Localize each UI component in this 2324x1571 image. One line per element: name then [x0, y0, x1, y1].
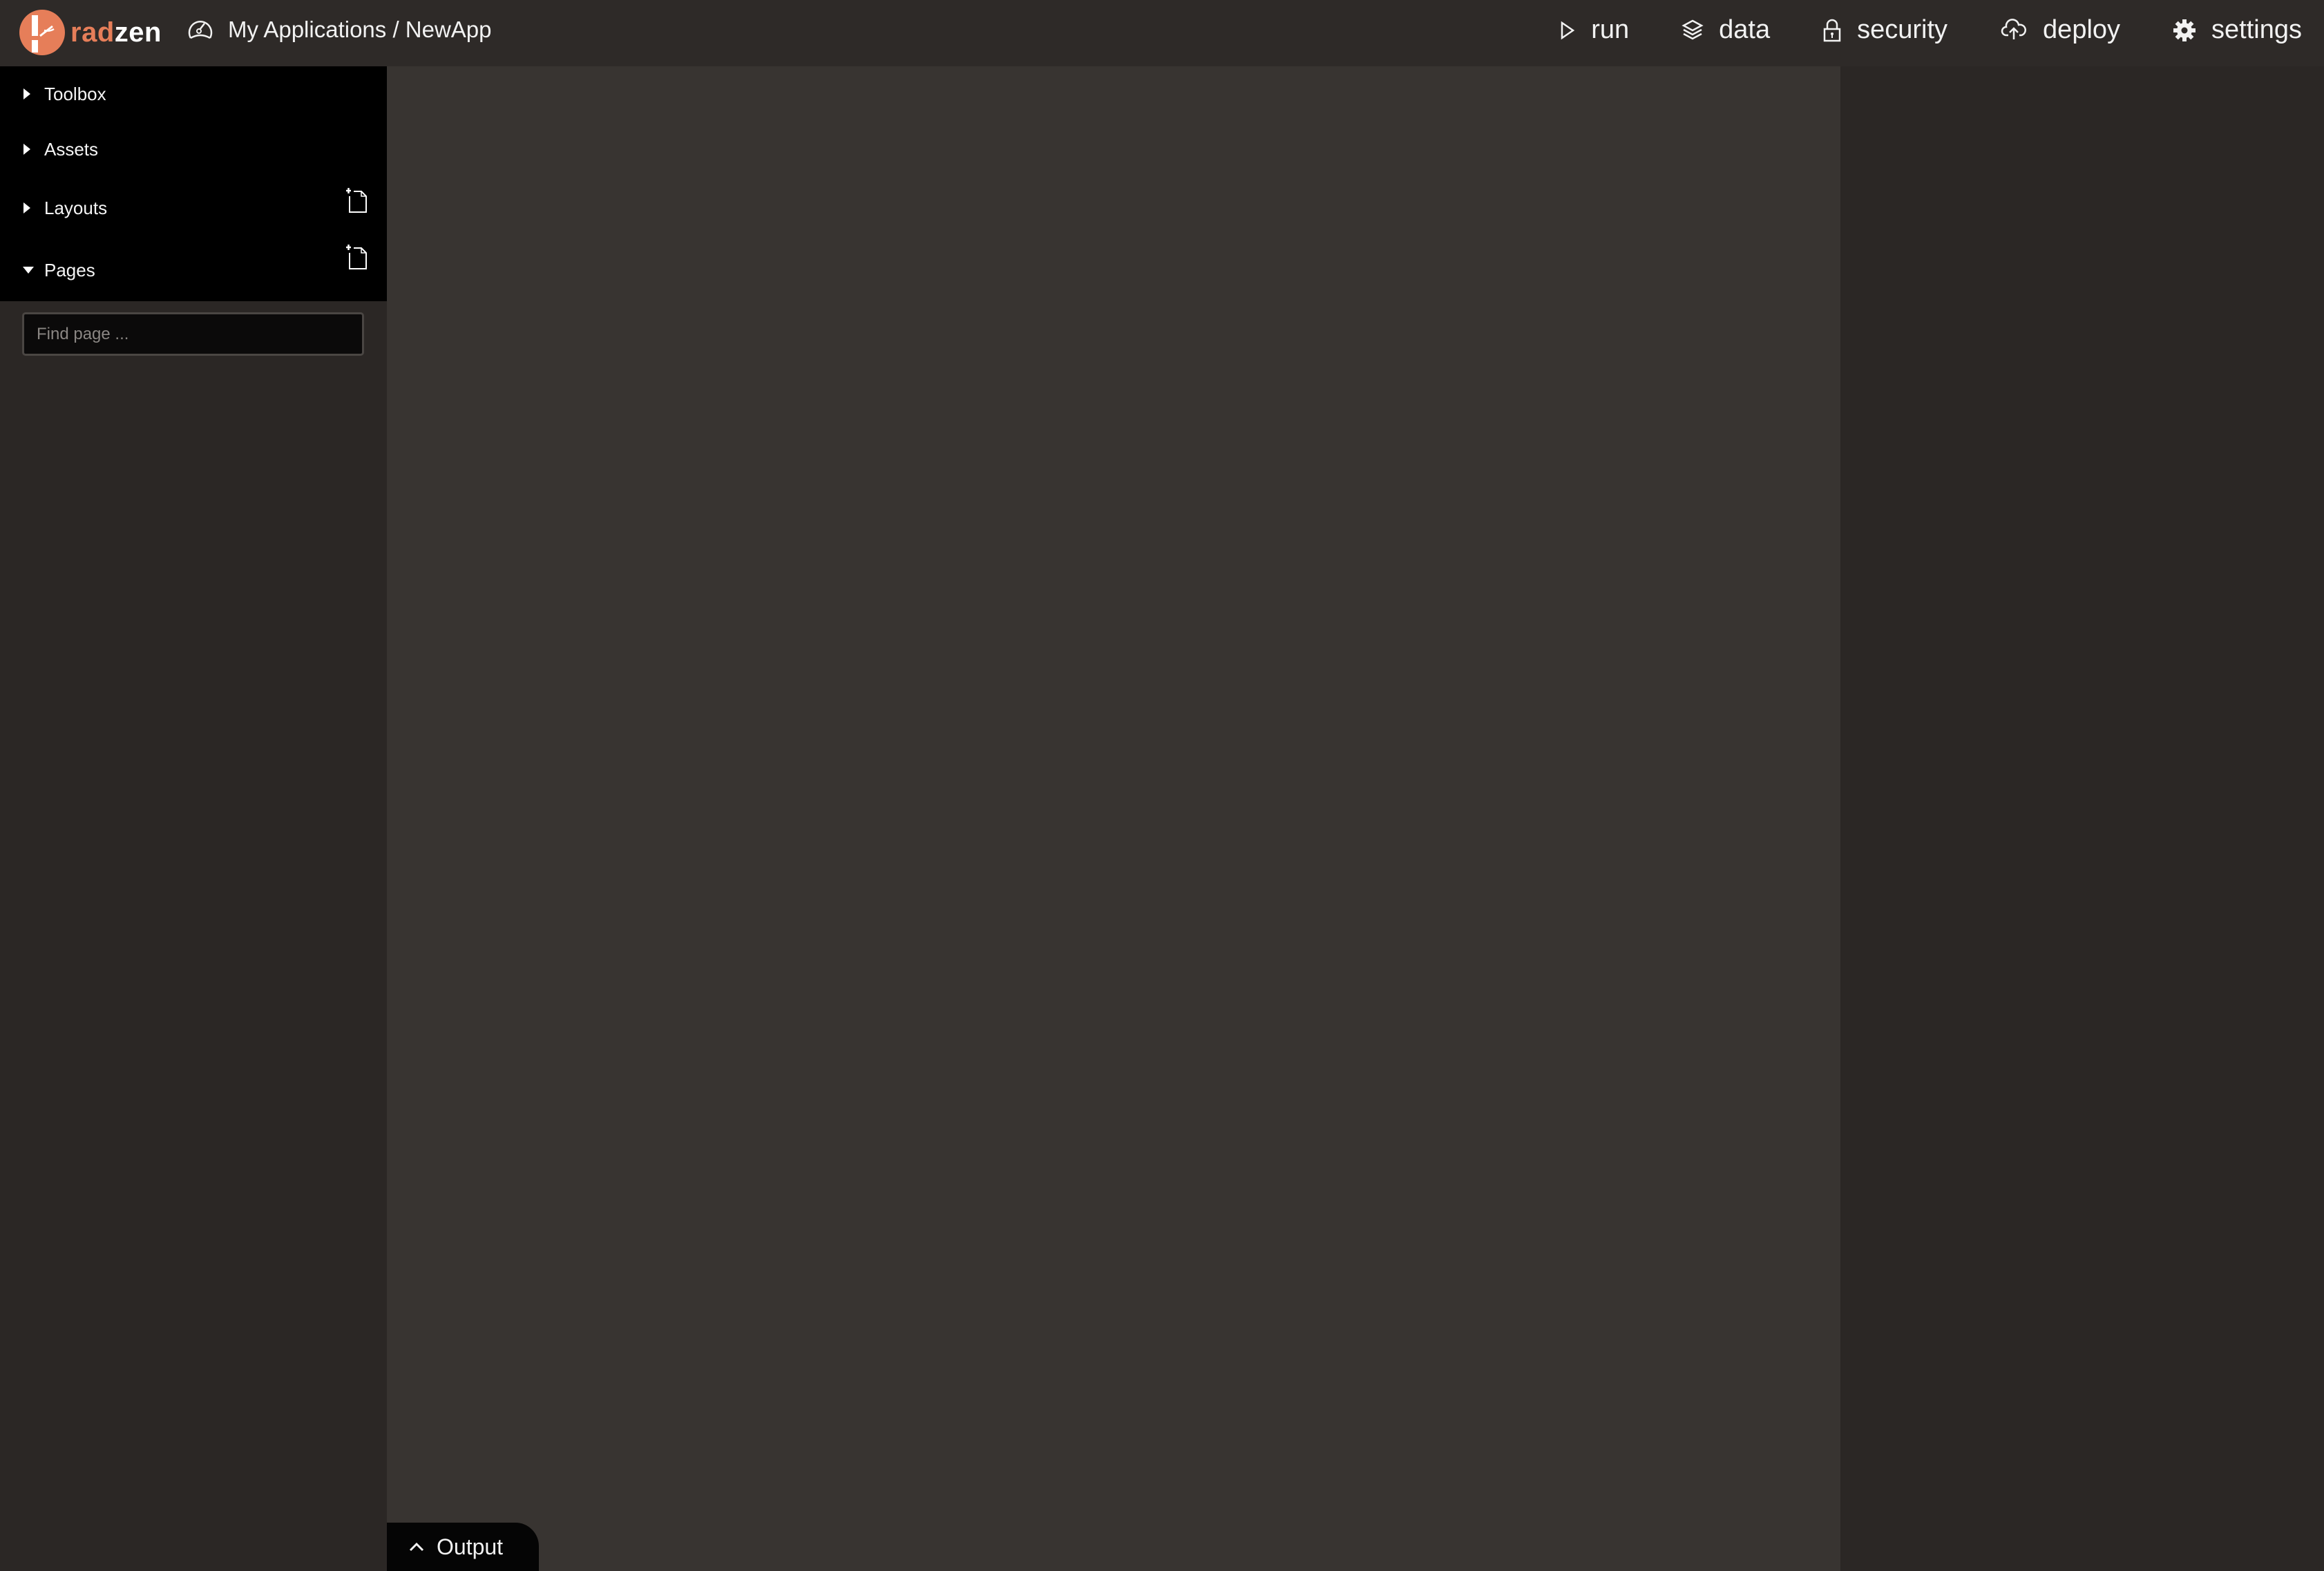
nav-data-label: data [1719, 15, 1771, 44]
add-layout-icon[interactable] [345, 187, 369, 214]
cloud-upload-icon [2001, 18, 2027, 39]
sidebar: Toolbox Assets Layouts Pages [0, 66, 387, 1571]
nav-run-label: run [1591, 15, 1630, 44]
find-page-input[interactable] [22, 312, 364, 356]
properties-panel [1840, 66, 2324, 1571]
find-page-field [22, 312, 364, 356]
panel-assets[interactable]: Assets [0, 122, 387, 177]
logo-mark-icon [19, 10, 65, 55]
brand-prefix: rad [70, 17, 115, 48]
panel-pages[interactable]: Pages [0, 239, 387, 301]
panel-toolbox-label: Toolbox [44, 83, 106, 104]
nav-run[interactable]: run [1559, 15, 1629, 45]
caret-right-icon [23, 202, 30, 213]
breadcrumb-text[interactable]: My Applications / NewApp [228, 17, 492, 43]
brand-suffix: zen [114, 17, 162, 48]
nav-settings-label: settings [2211, 15, 2302, 44]
panel-pages-label: Pages [44, 259, 95, 280]
radzen-logo[interactable]: radzen [19, 10, 162, 55]
main-nav: run data security deploy settings [1507, 15, 2302, 45]
top-bar: radzen My Applications / NewApp run data [0, 0, 2324, 66]
nav-data[interactable]: data [1682, 15, 1770, 45]
nav-security-label: security [1857, 15, 1948, 44]
breadcrumb[interactable]: My Applications / NewApp [187, 17, 492, 43]
nav-deploy[interactable]: deploy [2000, 15, 2120, 45]
play-icon [1561, 21, 1575, 39]
caret-down-icon [23, 267, 34, 274]
logo-wordmark: radzen [70, 17, 162, 48]
add-page-icon[interactable] [345, 243, 369, 271]
layers-icon [1682, 19, 1704, 39]
nav-security[interactable]: security [1822, 15, 1947, 45]
panel-layouts[interactable]: Layouts [0, 177, 387, 239]
panel-assets-label: Assets [44, 138, 99, 160]
panel-list: Toolbox Assets Layouts Pages [0, 66, 387, 301]
design-canvas[interactable] [387, 66, 1840, 1571]
lock-icon [1823, 19, 1841, 41]
nav-settings[interactable]: settings [2173, 15, 2302, 45]
output-label: Output [437, 1534, 504, 1559]
output-toggle-button[interactable]: Output [387, 1523, 539, 1571]
dashboard-gauge-icon [188, 21, 213, 39]
gear-icon [2173, 19, 2196, 41]
chevron-up-icon [409, 1542, 424, 1552]
caret-right-icon [23, 88, 30, 99]
panel-layouts-label: Layouts [44, 197, 108, 218]
caret-right-icon [23, 144, 30, 155]
panel-toolbox[interactable]: Toolbox [0, 66, 387, 122]
nav-deploy-label: deploy [2043, 15, 2121, 44]
